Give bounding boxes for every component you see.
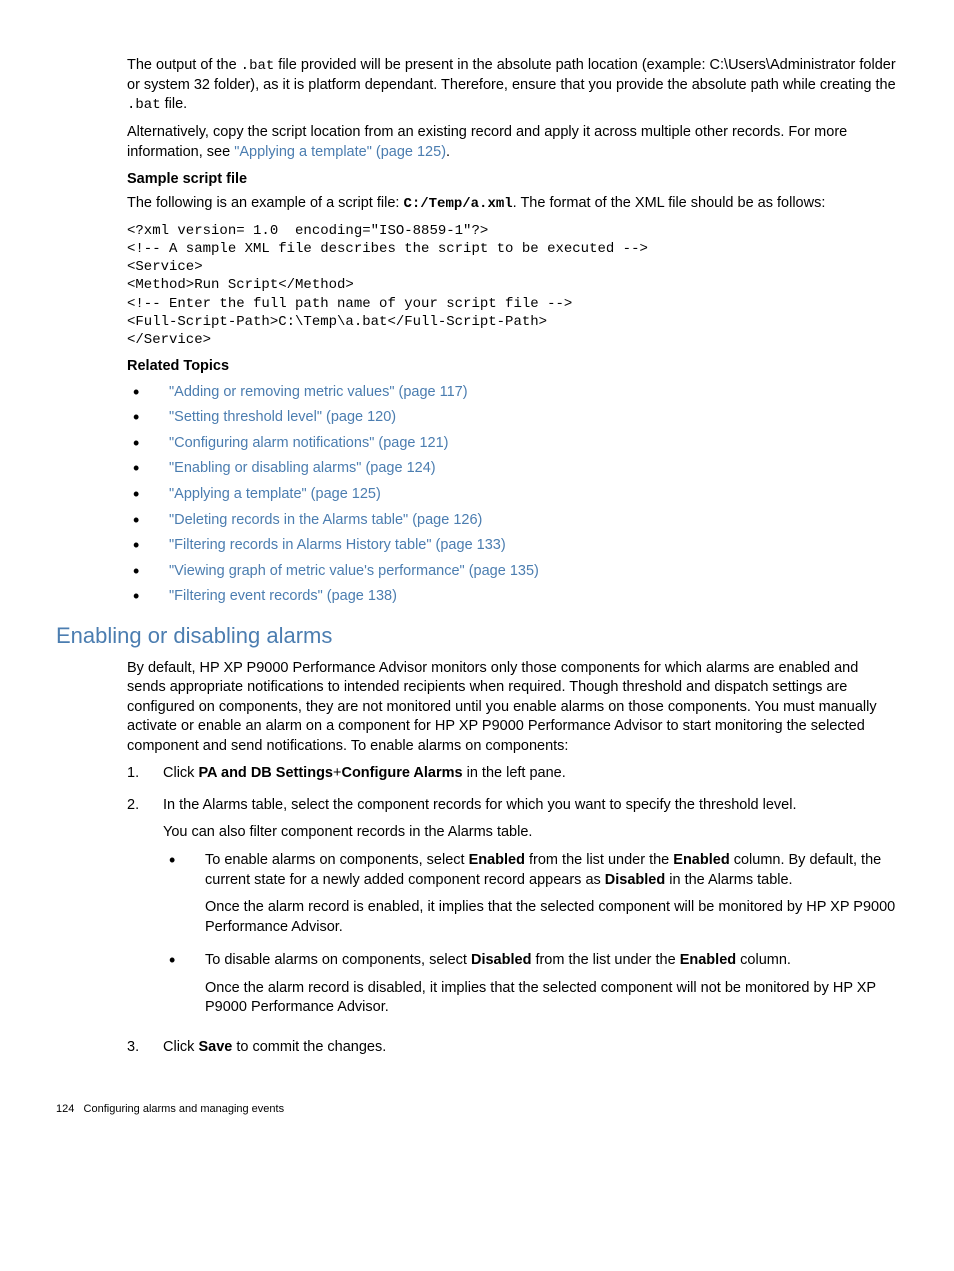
list-text: Once the alarm record is disabled, it im… (205, 979, 898, 1018)
bullet-icon: • (127, 511, 169, 529)
step-text: Click PA and DB Settings+Configure Alarm… (163, 764, 898, 784)
text: Click (163, 1039, 198, 1055)
code-block: <?xml version= 1.0 encoding="ISO-8859-1"… (127, 222, 898, 349)
list-item: •"Viewing graph of metric value's perfor… (127, 562, 898, 582)
list-item: •"Filtering event records" (page 138) (127, 587, 898, 607)
page-number: 124 (56, 1103, 74, 1115)
bullet-icon: • (127, 434, 169, 452)
cross-ref-link[interactable]: "Deleting records in the Alarms table" (… (169, 511, 898, 531)
related-topics-list: •"Adding or removing metric values" (pag… (127, 383, 898, 607)
text: file. (161, 96, 188, 112)
text: To enable alarms on components, select (205, 852, 469, 868)
text: column. (736, 952, 791, 968)
cross-ref-link[interactable]: "Viewing graph of metric value's perform… (169, 562, 898, 582)
page-footer: 124 Configuring alarms and managing even… (56, 1102, 898, 1117)
list-item: •"Deleting records in the Alarms table" … (127, 511, 898, 531)
ui-label: Save (198, 1039, 232, 1055)
list-item: • To disable alarms on components, selec… (163, 951, 898, 1026)
text: from the list under the (525, 852, 673, 868)
text: in the left pane. (463, 765, 566, 781)
ui-label: Enabled (680, 952, 736, 968)
text: from the list under the (531, 952, 679, 968)
ui-label: Enabled (469, 852, 525, 868)
step-text: In the Alarms table, select the componen… (163, 796, 898, 816)
text: The following is an example of a script … (127, 195, 403, 211)
ui-label: Configure Alarms (341, 765, 462, 781)
subheading-sample-script: Sample script file (127, 170, 898, 190)
step-item: 2. In the Alarms table, select the compo… (127, 796, 898, 1034)
bullet-icon: • (127, 408, 169, 426)
text: to commit the changes. (232, 1039, 386, 1055)
list-text: To disable alarms on components, select … (205, 951, 898, 971)
ui-label: Disabled (605, 872, 665, 888)
ui-label: Enabled (673, 852, 729, 868)
bullet-icon: • (127, 536, 169, 554)
code-inline: .bat (127, 97, 161, 113)
cross-ref-link[interactable]: "Filtering event records" (page 138) (169, 587, 898, 607)
subheading-related-topics: Related Topics (127, 357, 898, 377)
cross-ref-link[interactable]: "Enabling or disabling alarms" (page 124… (169, 459, 898, 479)
bullet-icon: • (127, 485, 169, 503)
list-item: •"Configuring alarm notifications" (page… (127, 434, 898, 454)
bullet-icon: • (163, 951, 205, 969)
procedure-steps: 1. Click PA and DB Settings+Configure Al… (127, 764, 898, 1065)
step-number: 1. (127, 764, 163, 784)
text: The output of the (127, 57, 241, 73)
sub-bullet-list: • To enable alarms on components, select… (163, 851, 898, 1026)
step-item: 3. Click Save to commit the changes. (127, 1038, 898, 1066)
list-item: •"Enabling or disabling alarms" (page 12… (127, 459, 898, 479)
text: in the Alarms table. (665, 872, 792, 888)
code-inline: .bat (241, 58, 275, 74)
list-text: To enable alarms on components, select E… (205, 851, 898, 890)
body-text: By default, HP XP P9000 Performance Advi… (127, 659, 898, 757)
cross-ref-link[interactable]: "Applying a template" (page 125) (169, 485, 898, 505)
list-item: •"Filtering records in Alarms History ta… (127, 536, 898, 556)
text: . (446, 144, 450, 160)
text: To disable alarms on components, select (205, 952, 471, 968)
cross-ref-link[interactable]: "Applying a template" (page 125) (234, 144, 446, 160)
body-text: The following is an example of a script … (127, 194, 898, 214)
list-item: • To enable alarms on components, select… (163, 851, 898, 945)
step-text: You can also filter component records in… (163, 823, 898, 843)
list-item: •"Applying a template" (page 125) (127, 485, 898, 505)
step-number: 3. (127, 1038, 163, 1058)
footer-title: Configuring alarms and managing events (84, 1103, 285, 1115)
bullet-icon: • (127, 383, 169, 401)
list-text: Once the alarm record is enabled, it imp… (205, 898, 898, 937)
bullet-icon: • (163, 851, 205, 869)
list-item: •"Setting threshold level" (page 120) (127, 408, 898, 428)
ui-label: PA and DB Settings (198, 765, 333, 781)
cross-ref-link[interactable]: "Filtering records in Alarms History tab… (169, 536, 898, 556)
list-item: •"Adding or removing metric values" (pag… (127, 383, 898, 403)
text: Click (163, 765, 198, 781)
body-text: Alternatively, copy the script location … (127, 123, 898, 162)
bullet-icon: • (127, 459, 169, 477)
ui-label: Disabled (471, 952, 531, 968)
bullet-icon: • (127, 587, 169, 605)
body-text: The output of the .bat file provided wil… (127, 56, 898, 115)
text: . The format of the XML file should be a… (513, 195, 826, 211)
section-heading: Enabling or disabling alarms (56, 621, 898, 651)
cross-ref-link[interactable]: "Setting threshold level" (page 120) (169, 408, 898, 428)
step-text: Click Save to commit the changes. (163, 1038, 898, 1058)
cross-ref-link[interactable]: "Configuring alarm notifications" (page … (169, 434, 898, 454)
code-inline: C:/Temp/a.xml (403, 196, 512, 212)
bullet-icon: • (127, 562, 169, 580)
step-item: 1. Click PA and DB Settings+Configure Al… (127, 764, 898, 792)
step-number: 2. (127, 796, 163, 816)
cross-ref-link[interactable]: "Adding or removing metric values" (page… (169, 383, 898, 403)
